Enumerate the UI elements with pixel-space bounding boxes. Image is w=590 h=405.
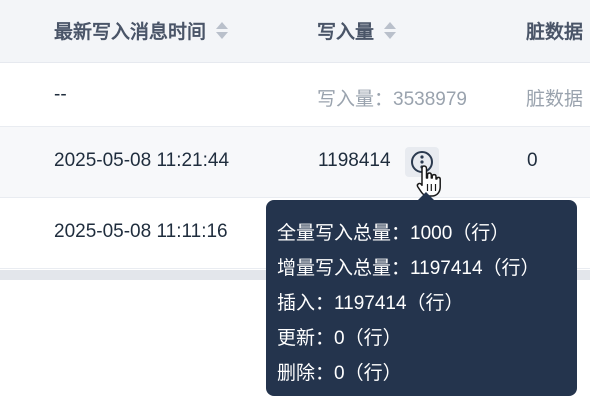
cell-dirty-data: 脏数据 — [526, 89, 584, 110]
write-detail-tooltip: 全量写入总量：1000（行） 增量写入总量：1197414（行） 插入：1197… — [266, 192, 577, 396]
tooltip-delete: 删除：0（行） — [277, 363, 402, 384]
header-label: 写入量 — [317, 22, 375, 43]
header-label: 脏数据 — [526, 22, 584, 43]
tooltip-update: 更新：0（行） — [277, 328, 402, 349]
tooltip-arrow — [418, 192, 434, 200]
table-row: 2025-05-08 11:21:44 1198414 0 — [0, 127, 590, 198]
cell-time: 2025-05-08 11:11:16 — [54, 221, 228, 242]
sort-icon[interactable] — [384, 22, 397, 39]
cell-time: -- — [54, 84, 67, 105]
table-header: 最新写入消息时间 写入量 脏数据 — [0, 0, 590, 63]
cell-write-count: 1198414 — [318, 150, 391, 171]
header-dirty-data[interactable]: 脏数据 — [526, 17, 583, 44]
tooltip-insert: 插入：1197414（行） — [277, 293, 464, 314]
cell-time: 2025-05-08 11:21:44 — [54, 150, 230, 171]
sort-icon[interactable] — [216, 22, 229, 39]
tooltip-full-write-total: 全量写入总量：1000（行） — [277, 223, 510, 244]
header-write-count[interactable]: 写入量 — [317, 17, 397, 44]
header-label: 最新写入消息时间 — [54, 22, 207, 43]
cell-write-count: 写入量：3538979 — [317, 89, 467, 110]
table-row: -- 写入量：3538979 脏数据 — [0, 63, 590, 127]
header-last-message-time[interactable]: 最新写入消息时间 — [54, 17, 229, 44]
cell-dirty-data: 0 — [527, 150, 538, 171]
tooltip-incremental-write-total: 增量写入总量：1197414（行） — [277, 258, 540, 279]
